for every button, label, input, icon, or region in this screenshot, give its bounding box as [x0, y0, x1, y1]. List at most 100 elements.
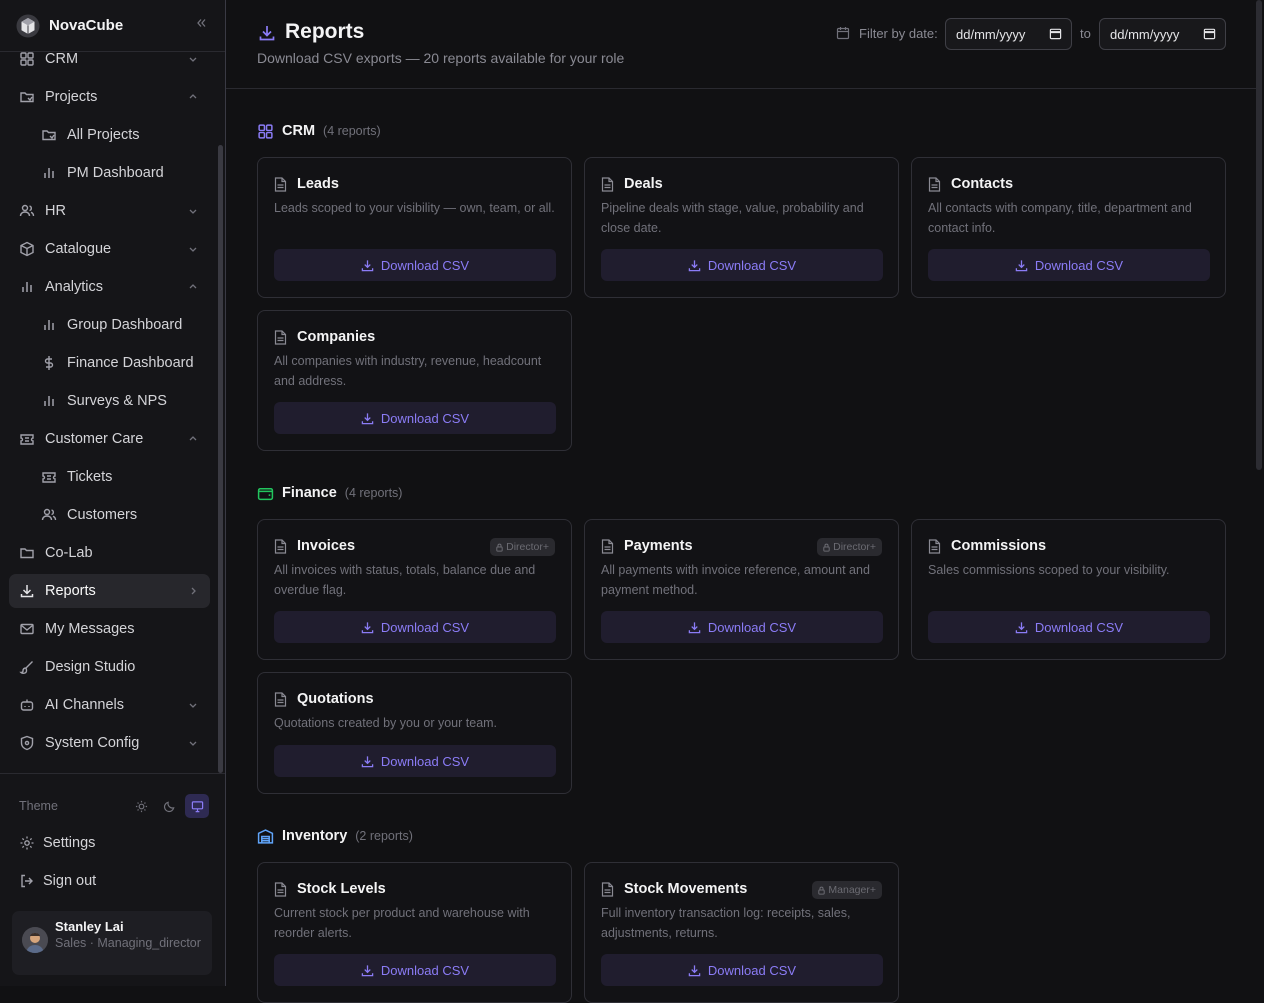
- users-icon: [19, 204, 35, 217]
- avatar: [22, 927, 48, 953]
- download-icon: [259, 26, 275, 41]
- sign-out-link[interactable]: Sign out: [19, 870, 96, 892]
- system-theme-button[interactable]: [185, 794, 209, 818]
- role-badge: Director+: [817, 538, 882, 556]
- sidebar-item-customer-care[interactable]: Customer Care: [9, 422, 210, 456]
- download-label: Download CSV: [1034, 257, 1124, 273]
- sidebar-item-ai-channels[interactable]: AI Channels: [9, 688, 210, 722]
- filter-label: Filter by date:: [859, 26, 938, 41]
- sidebar-item-label: Projects: [45, 89, 98, 105]
- download-csv-button[interactable]: Download CSV: [274, 611, 556, 643]
- shield-icon: [20, 735, 34, 751]
- sidebar: CRM Projects All Projects PM Dashboard H…: [0, 0, 226, 986]
- bar-chart-icon: [44, 396, 54, 406]
- sidebar-item-label: Analytics: [45, 279, 104, 295]
- download-csv-button[interactable]: Download CSV: [601, 611, 883, 643]
- folder-icon: [42, 130, 56, 141]
- sidebar-item-reports[interactable]: Reports: [9, 574, 210, 608]
- chevron-down-icon: [189, 57, 197, 62]
- report-card-deals: Deals Pipeline deals with stage, value, p…: [584, 157, 899, 298]
- main-scrollbar[interactable]: [1256, 0, 1262, 470]
- download-label: Download CSV: [380, 753, 470, 769]
- grid-icon: [20, 52, 34, 66]
- sidebar-item-customers[interactable]: Customers: [9, 498, 210, 532]
- moon-icon: [163, 801, 174, 812]
- report-description: Full inventory transaction log: receipts…: [601, 906, 851, 940]
- sidebar-scrollbar[interactable]: [218, 145, 223, 773]
- box-icon: [20, 241, 34, 257]
- report-description: Pipeline deals with stage, value, probab…: [601, 201, 864, 235]
- sidebar-item-label: Customers: [67, 507, 138, 523]
- sidebar-item-label: PM Dashboard: [67, 165, 164, 181]
- sidebar-item-finance-dashboard[interactable]: Finance Dashboard: [9, 346, 210, 380]
- sidebar-item-tickets[interactable]: Tickets: [9, 460, 210, 494]
- chevron-up-icon: [189, 284, 197, 289]
- date-to-input[interactable]: dd/mm/yyyy: [1099, 18, 1226, 50]
- sidebar-item-system-config[interactable]: System Config: [9, 726, 210, 760]
- to-label: to: [1080, 26, 1091, 41]
- report-title: Quotations: [297, 691, 374, 707]
- sidebar-item-catalogue[interactable]: Catalogue: [9, 232, 210, 266]
- report-title: Leads: [297, 176, 339, 192]
- sidebar-item-group-dashboard[interactable]: Group Dashboard: [9, 308, 210, 342]
- bar-chart-icon: [44, 168, 54, 178]
- sidebar-item-analytics[interactable]: Analytics: [9, 270, 210, 304]
- download-label: Download CSV: [380, 962, 470, 978]
- sidebar-item-hr[interactable]: HR: [9, 194, 210, 228]
- report-description: Sales commissions scoped to your visibil…: [928, 563, 1170, 577]
- lock-icon: [496, 543, 503, 552]
- download-csv-button[interactable]: Download CSV: [274, 402, 556, 434]
- sidebar-item-my-messages[interactable]: My Messages: [9, 612, 210, 646]
- collapse-sidebar-icon[interactable]: [195, 17, 207, 29]
- sign-out-label: Sign out: [43, 873, 97, 889]
- lock-icon: [823, 543, 830, 552]
- chevron-down-icon: [189, 209, 197, 214]
- date-from-input[interactable]: dd/mm/yyyy: [945, 18, 1072, 50]
- download-csv-button[interactable]: Download CSV: [928, 611, 1210, 643]
- sidebar-item-surveys-nps[interactable]: Surveys & NPS: [9, 384, 210, 418]
- sidebar-item-co-lab[interactable]: Co-Lab: [9, 536, 210, 570]
- sidebar-item-design-studio[interactable]: Design Studio: [9, 650, 210, 684]
- section-finance-header: Finance (4 reports): [257, 483, 402, 503]
- file-icon: [274, 882, 287, 897]
- calendar-icon[interactable]: [1203, 27, 1216, 40]
- ticket-icon: [42, 472, 56, 483]
- report-card-payments: Payments Director+ All payments with invoi…: [584, 519, 899, 660]
- user-card[interactable]: Stanley Lai Sales · Managing_director: [12, 911, 212, 975]
- download-csv-button[interactable]: Download CSV: [274, 249, 556, 281]
- report-card-contacts: Contacts All contacts with company, title…: [911, 157, 1226, 298]
- settings-link[interactable]: Settings: [19, 832, 95, 854]
- download-csv-button[interactable]: Download CSV: [601, 954, 883, 986]
- sidebar-item-label: AI Channels: [45, 697, 124, 713]
- file-icon: [274, 177, 287, 192]
- grid-icon: [258, 123, 273, 139]
- sidebar-item-pm-dashboard[interactable]: PM Dashboard: [9, 156, 210, 190]
- sidebar-item-label: Design Studio: [45, 659, 136, 675]
- date-from-value: dd/mm/yyyy: [956, 26, 1026, 42]
- report-card-commissions: Commissions Sales commissions scoped to y…: [911, 519, 1226, 660]
- main-content: Reports Download CSV exports — 20 report…: [226, 0, 1264, 1003]
- badge-label: Manager+: [828, 884, 876, 896]
- light-theme-button[interactable]: [129, 794, 153, 818]
- download-csv-button[interactable]: Download CSV: [601, 249, 883, 281]
- report-card-invoices: Invoices Director+ All invoices with statu…: [257, 519, 572, 660]
- download-csv-button[interactable]: Download CSV: [274, 954, 556, 986]
- sidebar-item-label: All Projects: [67, 127, 140, 143]
- download-csv-button[interactable]: Download CSV: [274, 745, 556, 777]
- sidebar-item-label: Finance Dashboard: [67, 355, 194, 371]
- file-icon: [928, 539, 941, 554]
- report-card-quotations: Quotations Quotations created by you or y…: [257, 672, 572, 794]
- theme-row: Theme: [19, 794, 209, 818]
- page-header: Reports Download CSV exports — 20 report…: [226, 0, 1260, 89]
- dark-theme-button[interactable]: [157, 794, 181, 818]
- sidebar-item-all-projects[interactable]: All Projects: [9, 118, 210, 152]
- file-icon: [601, 177, 614, 192]
- page-title: Reports: [285, 20, 365, 43]
- download-icon: [361, 412, 374, 424]
- download-csv-button[interactable]: Download CSV: [928, 249, 1210, 281]
- calendar-icon[interactable]: [1049, 27, 1062, 40]
- sidebar-item-projects[interactable]: Projects: [9, 80, 210, 114]
- download-label: Download CSV: [707, 962, 797, 978]
- report-description: Current stock per product and warehouse …: [274, 906, 530, 940]
- sidebar-item-label: Group Dashboard: [67, 317, 183, 333]
